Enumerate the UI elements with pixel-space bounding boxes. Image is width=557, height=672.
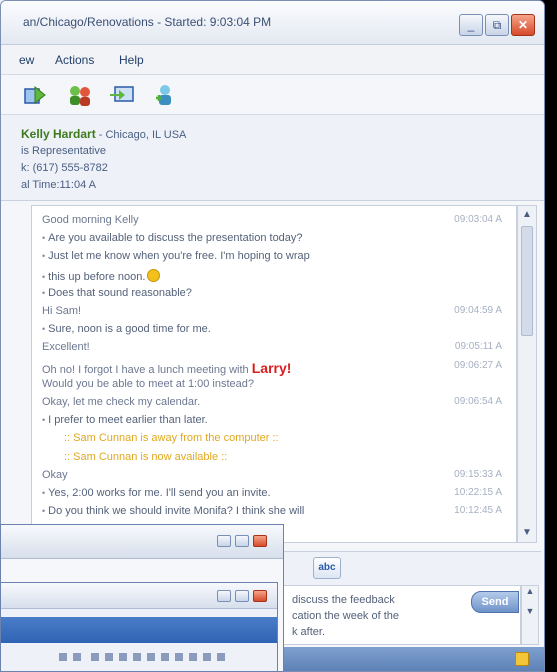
message-timestamp: 09:06:54 A bbox=[454, 396, 502, 407]
minimize-icon[interactable] bbox=[217, 535, 231, 547]
chat-message: Hi Sam! 09:04:59 A bbox=[42, 305, 502, 321]
message-text: Are you available to discuss the present… bbox=[42, 232, 302, 244]
contact-name[interactable]: Kelly Hardart bbox=[21, 127, 96, 141]
message-timestamp: 09:04:59 A bbox=[454, 305, 502, 316]
spell-check-icon[interactable]: abc bbox=[313, 557, 341, 579]
compose-line: k after. bbox=[292, 626, 326, 638]
message-text: :: Sam Cunnan is now available :: bbox=[64, 450, 228, 463]
scroll-thumb[interactable] bbox=[521, 226, 533, 336]
chat-message: Does that sound reasonable? bbox=[42, 287, 502, 303]
message-text: Okay bbox=[42, 468, 68, 481]
contact-phone: k: (617) 555-8782 bbox=[21, 162, 108, 174]
chat-message: :: Sam Cunnan is away from the computer … bbox=[42, 432, 502, 448]
contact-location: - Chicago, IL USA bbox=[95, 129, 187, 141]
message-timestamp: 10:22:15 A bbox=[454, 487, 502, 498]
compose-toolbar: abc bbox=[283, 551, 541, 585]
chat-message: Are you available to discuss the present… bbox=[42, 232, 502, 248]
menu-view[interactable]: ew bbox=[19, 53, 34, 67]
title-bar[interactable]: an/Chicago/Renovations - Started: 9:03:0… bbox=[1, 1, 544, 45]
chat-message: Good morning Kelly 09:03:04 A bbox=[42, 214, 502, 230]
contact-local-time: al Time:11:04 A bbox=[21, 179, 97, 191]
scroll-down-icon[interactable]: ▼ bbox=[518, 524, 536, 542]
overlapping-window-1-titlebar[interactable] bbox=[1, 525, 283, 559]
overlapping-window-2[interactable] bbox=[0, 582, 278, 672]
contact-info-panel: Kelly Hardart - Chicago, IL USA is Repre… bbox=[1, 115, 544, 201]
message-text: Hi Sam! bbox=[42, 305, 82, 317]
lock-icon bbox=[515, 652, 529, 666]
message-text: this up before noon. bbox=[42, 268, 161, 283]
overlapping-window-2-header bbox=[1, 617, 277, 643]
restore-icon[interactable] bbox=[235, 535, 249, 547]
message-text: Would you be able to meet at 1:00 instea… bbox=[42, 377, 254, 390]
menu-help[interactable]: Help bbox=[119, 53, 144, 67]
message-timestamp: 09:03:04 A bbox=[454, 214, 502, 225]
add-person-icon[interactable] bbox=[153, 83, 179, 107]
message-text: :: Sam Cunnan is away from the computer … bbox=[64, 432, 279, 445]
message-text: Excellent! bbox=[42, 341, 90, 354]
compose-scrollbar[interactable]: ▲ ▼ bbox=[521, 585, 539, 645]
chat-message: Yes, 2:00 works for me. I'll send you an… bbox=[42, 487, 502, 503]
highlighted-name: Larry! bbox=[251, 359, 292, 376]
message-timestamp: 09:06:27 A bbox=[454, 359, 502, 371]
restore-button[interactable]: ⧉ bbox=[485, 14, 509, 36]
message-text: Sure, noon is a good time for me. bbox=[42, 323, 211, 335]
send-file-icon[interactable] bbox=[23, 83, 49, 107]
chat-message: Okay 09:15:33 A bbox=[42, 469, 502, 485]
chat-message: Oh no! I forgot I have a lunch meeting w… bbox=[42, 360, 502, 376]
chat-message: :: Sam Cunnan is now available :: bbox=[42, 451, 502, 467]
message-text: I prefer to meet earlier than later. bbox=[42, 414, 208, 426]
status-bar bbox=[283, 647, 544, 671]
minimize-icon[interactable] bbox=[217, 590, 231, 602]
message-text: Does that sound reasonable? bbox=[42, 287, 192, 299]
message-text: Okay, let me check my calendar. bbox=[42, 396, 201, 408]
chat-message: Just let me know when you're free. I'm h… bbox=[42, 250, 502, 266]
message-text: Good morning Kelly bbox=[42, 214, 139, 226]
menu-bar: ew Actions Help bbox=[1, 45, 544, 75]
message-text: Do you think we should invite Monifa? I … bbox=[42, 505, 304, 517]
toolbar bbox=[1, 75, 544, 115]
chat-message: Do you think we should invite Monifa? I … bbox=[42, 505, 502, 521]
minimize-button[interactable]: _ bbox=[459, 14, 483, 36]
chat-message: Excellent! 09:05:11 A bbox=[42, 341, 502, 357]
chat-message: Would you be able to meet at 1:00 instea… bbox=[42, 378, 502, 394]
send-button[interactable]: Send bbox=[471, 591, 519, 613]
chat-transcript[interactable]: Good morning Kelly 09:03:04 A Are you avai… bbox=[31, 205, 517, 543]
formatting-toolbar bbox=[1, 643, 277, 671]
menu-actions[interactable]: Actions bbox=[55, 53, 94, 67]
message-timestamp: 10:12:45 A bbox=[454, 505, 502, 517]
contacts-icon[interactable] bbox=[67, 83, 93, 107]
formatting-icons[interactable] bbox=[59, 649, 249, 665]
scroll-up-icon[interactable]: ▲ bbox=[518, 206, 536, 224]
message-timestamp: 09:15:33 A bbox=[454, 468, 502, 480]
contact-heading: Kelly Hardart - Chicago, IL USA bbox=[21, 127, 186, 141]
close-icon[interactable] bbox=[253, 590, 267, 602]
chat-message: Sure, noon is a good time for me. bbox=[42, 323, 502, 339]
screen-share-icon[interactable] bbox=[109, 83, 135, 107]
message-text: Oh no! I forgot I have a lunch meeting w… bbox=[42, 359, 292, 376]
window-title: an/Chicago/Renovations - Started: 9:03:0… bbox=[23, 15, 272, 29]
smiley-icon bbox=[147, 268, 161, 282]
contact-role: is Representative bbox=[21, 145, 106, 157]
overlapping-window-2-titlebar[interactable] bbox=[1, 583, 277, 609]
message-text: Just let me know when you're free. I'm h… bbox=[42, 250, 310, 262]
chat-message: Okay, let me check my calendar. 09:06:54 … bbox=[42, 396, 502, 412]
message-timestamp: 09:05:11 A bbox=[454, 341, 502, 353]
chat-message: this up before noon. bbox=[42, 268, 502, 285]
message-text: Yes, 2:00 works for me. I'll send you an… bbox=[42, 487, 270, 499]
close-button[interactable]: ✕ bbox=[511, 14, 535, 36]
transcript-scrollbar[interactable]: ▲ ▼ bbox=[517, 205, 537, 543]
close-icon[interactable] bbox=[253, 535, 267, 547]
chat-message: I prefer to meet earlier than later. bbox=[42, 414, 502, 430]
restore-icon[interactable] bbox=[235, 590, 249, 602]
